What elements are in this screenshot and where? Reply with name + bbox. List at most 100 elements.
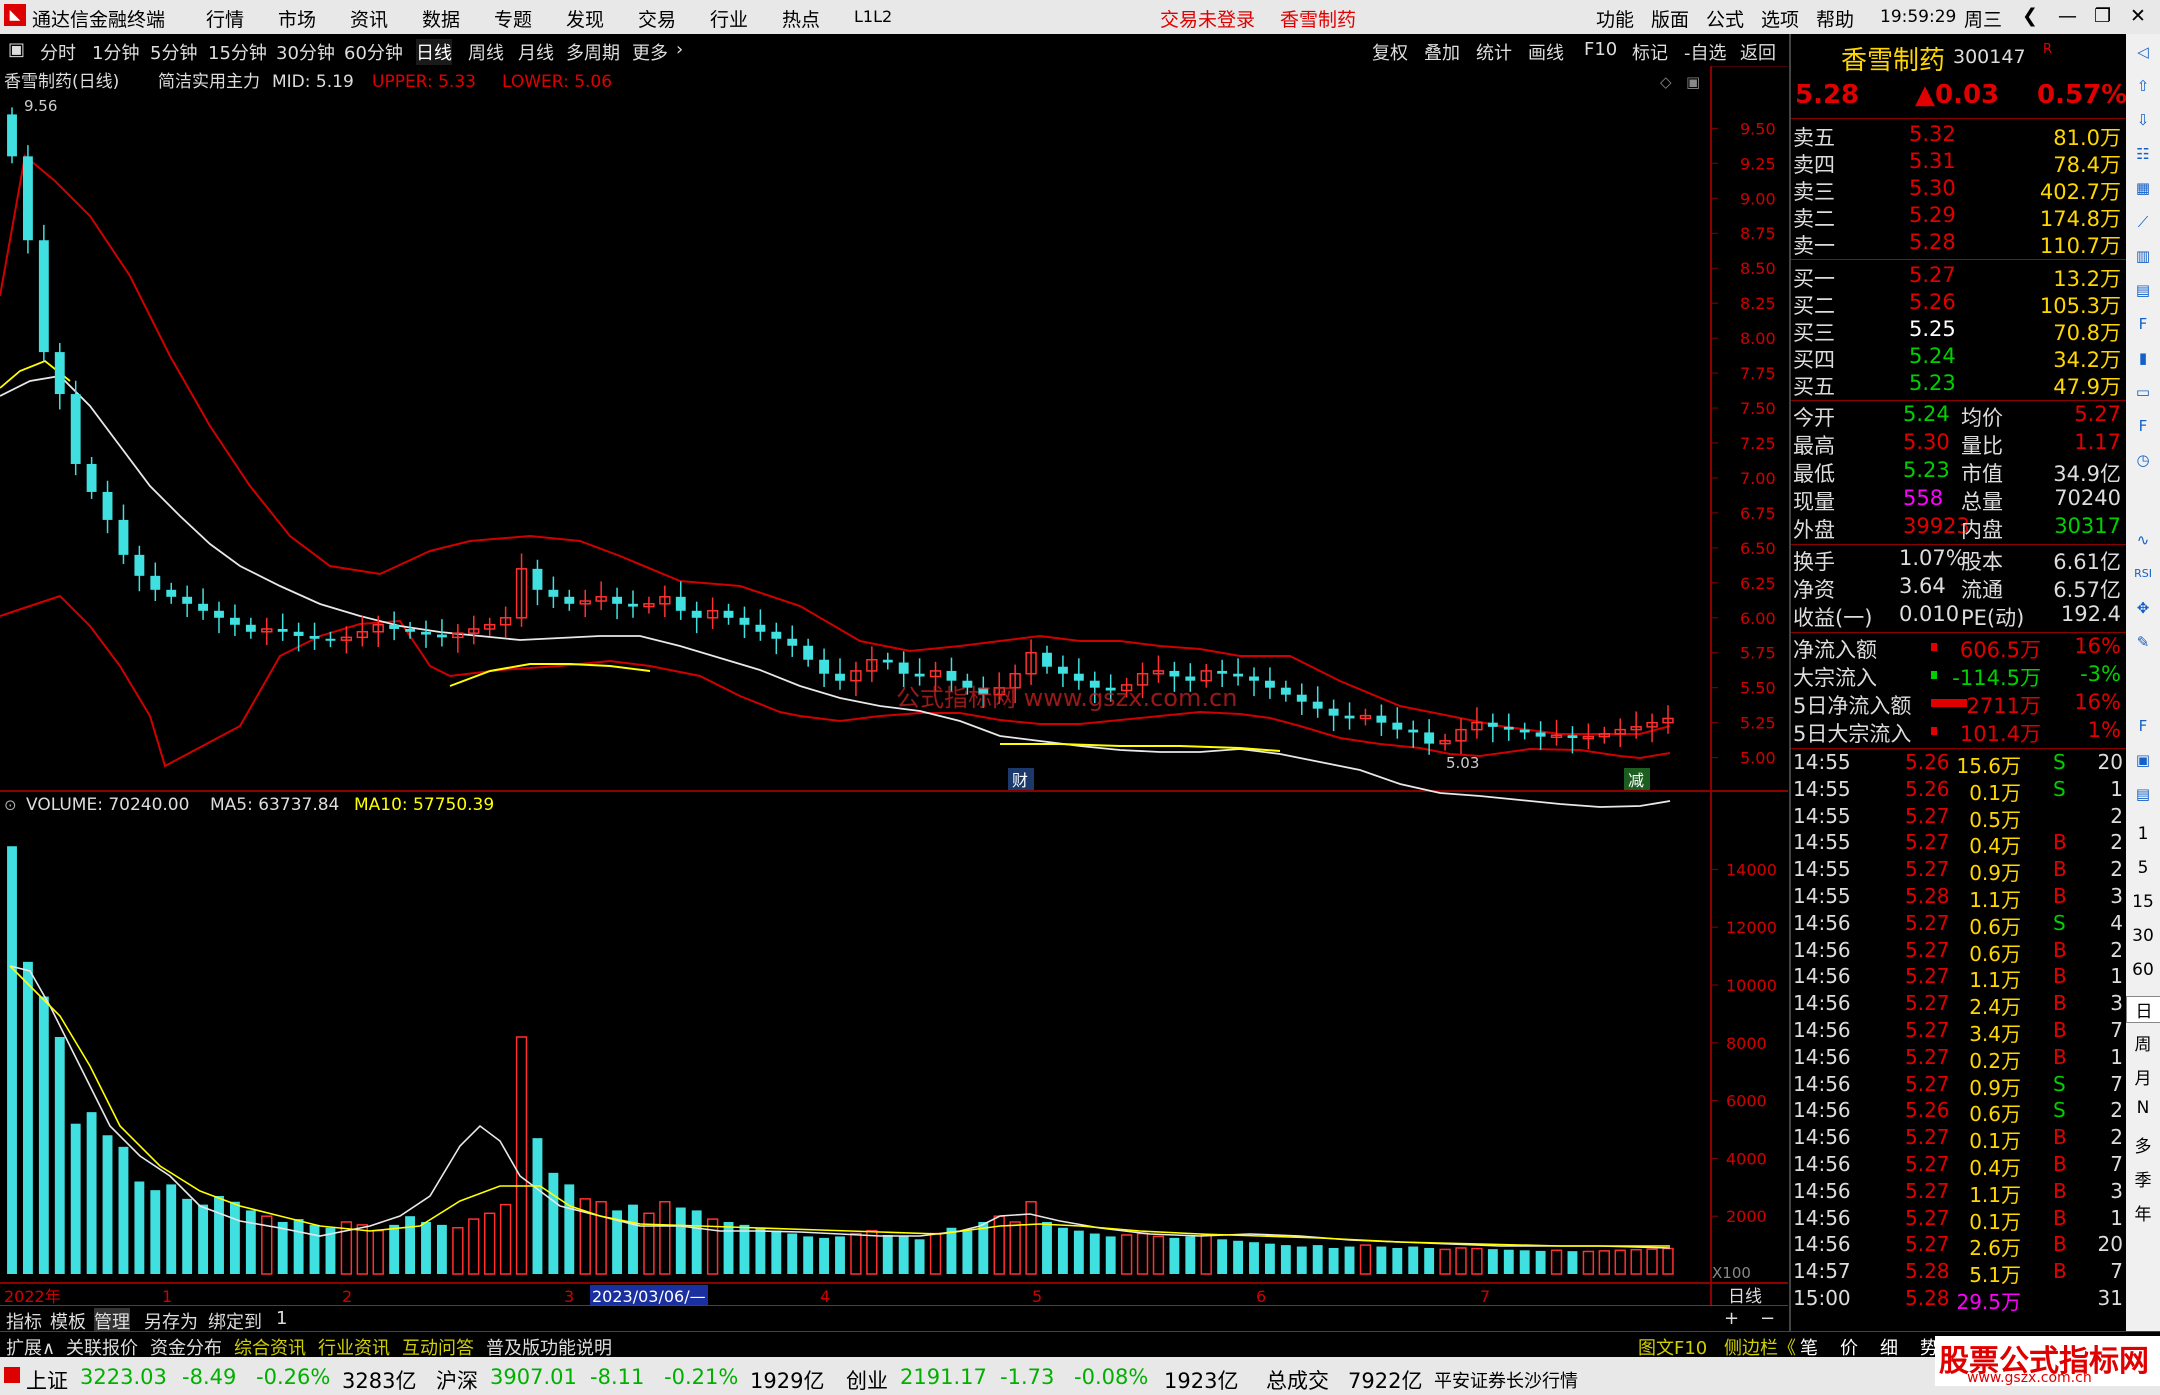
- menu-hangqing[interactable]: 行情: [206, 5, 244, 32]
- strip-period-day[interactable]: 日: [2126, 996, 2160, 1023]
- ask-row[interactable]: 卖五 5.32 81.0万: [1791, 122, 2127, 150]
- restore-icon[interactable]: ❐: [2094, 5, 2111, 27]
- strip-period-15[interactable]: 15: [2126, 892, 2160, 912]
- bid-row[interactable]: 买五 5.23 47.9万: [1791, 371, 2127, 399]
- zoom-in-button[interactable]: +: [1724, 1308, 1739, 1329]
- period-30min[interactable]: 30分钟: [276, 39, 335, 65]
- menu-redian[interactable]: 热点: [782, 5, 820, 32]
- flow-icon[interactable]: ▤: [2131, 782, 2155, 806]
- stat-row[interactable]: 现量 558 总量 70240: [1791, 486, 2127, 514]
- hs-name[interactable]: 沪深: [436, 1365, 478, 1395]
- strip-period-1[interactable]: 1: [2126, 824, 2160, 844]
- table-icon[interactable]: ▤: [2131, 278, 2155, 302]
- kline-icon[interactable]: ▥: [2131, 244, 2155, 268]
- stat-row[interactable]: 最高 5.30 量比 1.17: [1791, 430, 2127, 458]
- menu-zixun[interactable]: 资讯: [350, 5, 388, 32]
- rsi-icon[interactable]: RSI: [2131, 562, 2155, 586]
- menu-zhuanti[interactable]: 专题: [494, 5, 532, 32]
- strip-period-60[interactable]: 60: [2126, 960, 2160, 980]
- bid-row[interactable]: 买一 5.27 13.2万: [1791, 263, 2127, 291]
- tick-row[interactable]: 14:55 5.26 0.1万 S 1: [1791, 777, 2127, 805]
- period-5min[interactable]: 5分钟: [150, 39, 197, 65]
- strip-period-year[interactable]: 年: [2126, 1200, 2160, 1225]
- tool-biaoji[interactable]: 标记: [1632, 39, 1668, 65]
- stat-row[interactable]: 今开 5.24 均价 5.27: [1791, 402, 2127, 430]
- tool-huaxian[interactable]: 画线: [1528, 39, 1564, 65]
- doc-icon[interactable]: ▭: [2131, 380, 2155, 404]
- list-icon[interactable]: ☷: [2131, 142, 2155, 166]
- tool-f10[interactable]: F10: [1584, 39, 1617, 60]
- tick-row[interactable]: 14:57 5.28 5.1万 B 7: [1791, 1259, 2127, 1287]
- cy-name[interactable]: 创业: [846, 1365, 888, 1395]
- strip-period-30[interactable]: 30: [2126, 926, 2160, 946]
- ask-row[interactable]: 卖三 5.30 402.7万: [1791, 176, 2127, 204]
- fin-icon[interactable]: F: [2131, 312, 2155, 336]
- event-cai-icon[interactable]: 财: [1012, 771, 1028, 790]
- line-chart-icon[interactable]: ⟋: [2131, 210, 2155, 234]
- tick-row[interactable]: 14:55 5.27 0.5万 2: [1791, 804, 2127, 832]
- tool-tongji[interactable]: 统计: [1476, 39, 1512, 65]
- f10-icon[interactable]: F: [2131, 414, 2155, 438]
- volume-collapse-icon[interactable]: ⊙: [4, 796, 17, 814]
- tick-row[interactable]: 14:56 5.27 2.6万 B 20: [1791, 1232, 2127, 1260]
- stat-row[interactable]: 外盘 39923 内盘 30317: [1791, 514, 2127, 542]
- period-60min[interactable]: 60分钟: [344, 39, 403, 65]
- panel-toggle-icon[interactable]: ▣: [8, 39, 25, 60]
- tool-fuquan[interactable]: 复权: [1372, 39, 1408, 65]
- back-icon[interactable]: ❮: [2022, 5, 2038, 27]
- menu-banmian[interactable]: 版面: [1651, 5, 1689, 32]
- flow-row[interactable]: 5日净流入额 2711万 16%: [1791, 690, 2127, 718]
- wave-icon[interactable]: ∿: [2131, 528, 2155, 552]
- strip-period-season[interactable]: 季: [2126, 1166, 2160, 1191]
- fund-row[interactable]: 收益(一) 0.010 PE(动) 192.4: [1791, 602, 2127, 630]
- period-daily[interactable]: 日线: [416, 39, 452, 65]
- menu-gongneng[interactable]: 功能: [1596, 5, 1634, 32]
- menu-xuanxiang[interactable]: 选项: [1761, 5, 1799, 32]
- period-fenshi[interactable]: 分时: [40, 39, 76, 65]
- tick-row[interactable]: 14:56 5.27 2.4万 B 3: [1791, 991, 2127, 1019]
- bid-row[interactable]: 买三 5.25 70.8万: [1791, 317, 2127, 345]
- fs-icon[interactable]: F: [2131, 714, 2155, 738]
- menu-gongshi[interactable]: 公式: [1706, 5, 1744, 32]
- fund-row[interactable]: 净资 3.64 流通 6.57亿: [1791, 574, 2127, 602]
- event-jian-icon[interactable]: 减: [1628, 771, 1644, 790]
- menu-jiaoyi[interactable]: 交易: [638, 5, 676, 32]
- flow-row[interactable]: 5日大宗流入 101.4万 1%: [1791, 718, 2127, 746]
- period-more[interactable]: 更多: [632, 39, 668, 65]
- tick-row[interactable]: 14:56 5.27 0.1万 B 2: [1791, 1125, 2127, 1153]
- strip-period-month[interactable]: 月: [2126, 1064, 2160, 1089]
- ask-row[interactable]: 卖一 5.28 110.7万: [1791, 230, 2127, 258]
- tick-row[interactable]: 14:56 5.27 1.1万 B 1: [1791, 964, 2127, 992]
- login-status[interactable]: 交易未登录: [1160, 5, 1255, 32]
- tick-row[interactable]: 14:55 5.27 0.9万 B 2: [1791, 857, 2127, 885]
- clock-icon[interactable]: ◷: [2131, 448, 2155, 472]
- ind-one[interactable]: 1: [276, 1308, 287, 1329]
- period-15min[interactable]: 15分钟: [208, 39, 267, 65]
- tick-row[interactable]: 14:55 5.27 0.4万 B 2: [1791, 830, 2127, 858]
- tick-row[interactable]: 15:00 5.28 29.5万 31: [1791, 1286, 2127, 1314]
- tick-row[interactable]: 14:56 5.27 0.6万 S 4: [1791, 911, 2127, 939]
- down-icon[interactable]: ⇩: [2131, 108, 2155, 132]
- panel-icon[interactable]: ▣: [1686, 73, 1700, 91]
- period-monthly[interactable]: 月线: [518, 39, 554, 65]
- period-weekly[interactable]: 周线: [468, 39, 504, 65]
- kline-chart[interactable]: 香雪制药(日线) 简洁实用主力 MID: 5.19 UPPER: 5.33 LO…: [0, 66, 1788, 1305]
- tool-zixuan[interactable]: -自选: [1684, 39, 1727, 65]
- period-multi[interactable]: 多周期: [566, 39, 620, 65]
- menu-shuju[interactable]: 数据: [422, 5, 460, 32]
- image-icon[interactable]: ▣: [2131, 748, 2155, 772]
- stat-row[interactable]: 最低 5.23 市值 34.9亿: [1791, 458, 2127, 486]
- menu-bangzhu[interactable]: 帮助: [1816, 5, 1854, 32]
- tick-row[interactable]: 14:56 5.27 0.4万 B 7: [1791, 1152, 2127, 1180]
- tick-row[interactable]: 14:56 5.27 0.2万 B 1: [1791, 1045, 2127, 1073]
- ask-row[interactable]: 卖四 5.31 78.4万: [1791, 149, 2127, 177]
- strip-period-n[interactable]: N: [2126, 1098, 2160, 1118]
- tool-diejia[interactable]: 叠加: [1424, 39, 1460, 65]
- sh-name[interactable]: 上证: [26, 1365, 68, 1395]
- tick-row[interactable]: 14:56 5.27 3.4万 B 7: [1791, 1018, 2127, 1046]
- fund-row[interactable]: 换手 1.07% 股本 6.61亿: [1791, 546, 2127, 574]
- strip-period-multi[interactable]: 多: [2126, 1132, 2160, 1157]
- tick-row[interactable]: 14:55 5.26 15.6万 S 20: [1791, 750, 2127, 778]
- tool-fanhui[interactable]: 返回: [1740, 39, 1776, 65]
- ask-row[interactable]: 卖二 5.29 174.8万: [1791, 203, 2127, 231]
